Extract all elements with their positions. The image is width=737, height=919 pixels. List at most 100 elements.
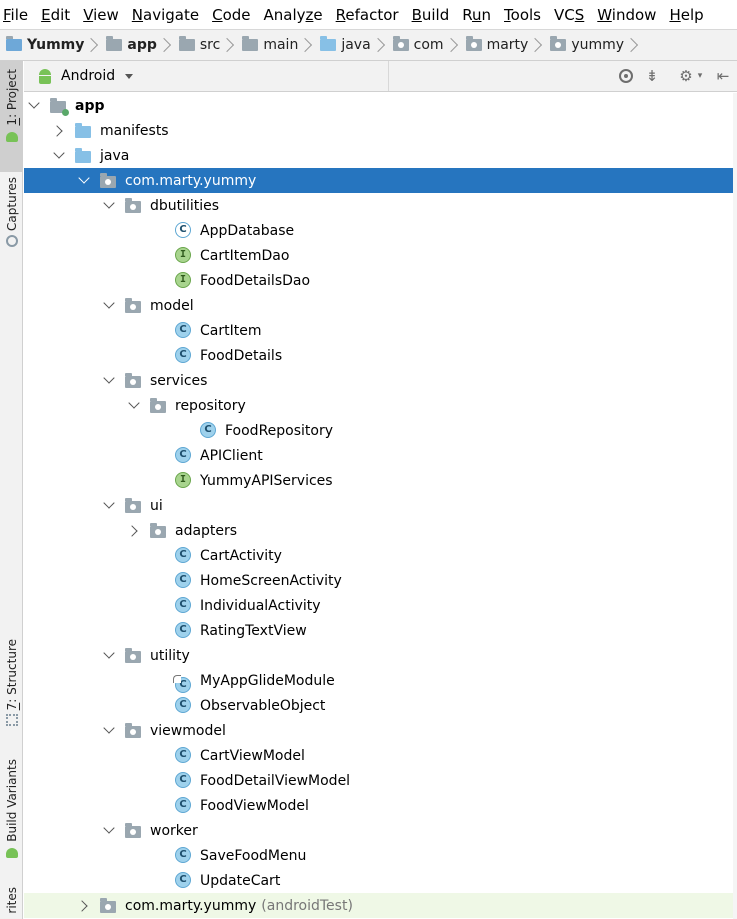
chevron-down-icon[interactable]: [104, 826, 114, 836]
breadcrumb-item[interactable]: Yummy: [6, 30, 106, 60]
menu-help[interactable]: Help: [669, 6, 703, 24]
menu-code[interactable]: Code: [212, 6, 250, 24]
breadcrumb-item[interactable]: app: [106, 30, 179, 60]
locate-icon[interactable]: [619, 69, 633, 83]
tree-item-label: ObservableObject: [200, 697, 326, 714]
tree-row[interactable]: C CartActivity: [24, 543, 734, 568]
tree-row[interactable]: viewmodel: [24, 718, 734, 743]
menu-refactor[interactable]: Refactor: [336, 6, 399, 24]
menu-file[interactable]: File: [3, 6, 28, 24]
tree-row[interactable]: C UpdateCart: [24, 868, 734, 893]
chevron-right-icon[interactable]: [129, 526, 139, 536]
tab-build-variants[interactable]: Build Variants: [0, 759, 23, 863]
tree-row[interactable]: repository: [24, 393, 734, 418]
class-icon: C: [175, 697, 191, 713]
chevron-down-icon[interactable]: [104, 501, 114, 511]
tree-row[interactable]: ui: [24, 493, 734, 518]
tree-row[interactable]: C AppDatabase: [24, 218, 734, 243]
tree-row[interactable]: C CartItem: [24, 318, 734, 343]
chevron-right-icon[interactable]: [54, 126, 64, 136]
class-icon: C: [175, 347, 191, 363]
breadcrumb-label: app: [127, 37, 157, 53]
tree-row[interactable]: C FoodDetailViewModel: [24, 768, 734, 793]
folder-icon: [178, 36, 195, 51]
menu-view[interactable]: View: [83, 6, 119, 24]
tree-row[interactable]: C MyAppGlideModule: [24, 668, 734, 693]
tree-row[interactable]: app: [24, 93, 734, 118]
tree-row[interactable]: C APIClient: [24, 443, 734, 468]
tab-favorites[interactable]: rites: [0, 887, 23, 919]
tree-row[interactable]: I CartItemDao: [24, 243, 734, 268]
breadcrumb-item[interactable]: yummy: [550, 30, 646, 60]
chevron-down-icon[interactable]: [79, 176, 89, 186]
gear-icon[interactable]: ⚙: [678, 68, 694, 84]
tab-structure[interactable]: 7: Structure: [0, 639, 23, 731]
breadcrumb-item[interactable]: java: [320, 30, 392, 60]
menu-edit[interactable]: Edit: [41, 6, 70, 24]
capture-icon: [5, 234, 18, 247]
breadcrumb-item[interactable]: marty: [465, 30, 551, 60]
chevron-right-icon[interactable]: [79, 901, 89, 911]
tree-row[interactable]: manifests: [24, 118, 734, 143]
chevron-down-icon[interactable]: [129, 401, 139, 411]
chevron-down-icon[interactable]: [104, 301, 114, 311]
chevron-right-icon: [88, 35, 96, 55]
tree-row[interactable]: utility: [24, 643, 734, 668]
scrollbar-track[interactable]: [733, 93, 737, 919]
package-icon: [125, 297, 142, 314]
collapse-all-icon[interactable]: ⇟: [644, 68, 660, 84]
tree-row[interactable]: C ObservableObject: [24, 693, 734, 718]
tree-row[interactable]: I FoodDetailsDao: [24, 268, 734, 293]
breadcrumb-item[interactable]: com: [392, 30, 466, 60]
chevron-right-icon: [161, 35, 169, 55]
menu-build[interactable]: Build: [412, 6, 450, 24]
chevron-down-icon[interactable]: [104, 726, 114, 736]
tree-row[interactable]: model: [24, 293, 734, 318]
tree-item-label: UpdateCart: [200, 872, 281, 889]
tab-captures[interactable]: Captures: [0, 177, 23, 257]
tree-row[interactable]: java: [24, 143, 734, 168]
tree-item-label: utility: [150, 647, 190, 664]
android-small-icon: [5, 131, 18, 142]
project-view-selector[interactable]: Android: [37, 61, 134, 91]
chevron-down-icon[interactable]: [29, 101, 39, 111]
tree-row[interactable]: C CartViewModel: [24, 743, 734, 768]
tree-row[interactable]: C HomeScreenActivity: [24, 568, 734, 593]
source-folder-icon: [320, 36, 337, 51]
tab-captures-label: Captures: [4, 177, 19, 231]
chevron-down-icon[interactable]: [104, 201, 114, 211]
menu-navigate[interactable]: Navigate: [132, 6, 199, 24]
chevron-down-icon[interactable]: [54, 151, 64, 161]
tree-item-label: services: [150, 372, 208, 389]
menu-analyze[interactable]: Analyze: [264, 6, 323, 24]
tab-project[interactable]: 1: Project: [0, 61, 23, 172]
tree-row[interactable]: C FoodRepository: [24, 418, 734, 443]
hide-panel-icon[interactable]: ⇤: [715, 68, 731, 84]
source-set-suffix: (androidTest): [261, 897, 353, 914]
tree-row[interactable]: I YummyAPIServices: [24, 468, 734, 493]
chevron-down-icon[interactable]: ▾: [696, 68, 704, 84]
class-icon: C: [200, 422, 216, 438]
tree-row[interactable]: com.marty.yummy: [24, 168, 734, 193]
tree-row[interactable]: dbutilities: [24, 193, 734, 218]
chevron-down-icon: [125, 73, 134, 79]
tree-row[interactable]: C FoodViewModel: [24, 793, 734, 818]
menu-run[interactable]: Run: [462, 6, 491, 24]
tree-row[interactable]: C IndividualActivity: [24, 593, 734, 618]
chevron-down-icon[interactable]: [104, 651, 114, 661]
tree-row[interactable]: C RatingTextView: [24, 618, 734, 643]
menu-window[interactable]: Window: [597, 6, 656, 24]
breadcrumb-item[interactable]: src: [178, 30, 242, 60]
tree-row[interactable]: C FoodDetails: [24, 343, 734, 368]
menu-tools[interactable]: Tools: [504, 6, 541, 24]
tree-row[interactable]: services: [24, 368, 734, 393]
chevron-down-icon[interactable]: [104, 376, 114, 386]
package-icon: [125, 822, 142, 839]
menu-vcs[interactable]: VCS: [554, 6, 584, 24]
breadcrumb-item[interactable]: main: [242, 30, 320, 60]
tree-row[interactable]: worker: [24, 818, 734, 843]
tree-row[interactable]: com.marty.yummy (androidTest): [24, 893, 734, 918]
project-view-label: Android: [61, 68, 116, 84]
tree-row[interactable]: adapters: [24, 518, 734, 543]
tree-row[interactable]: C SaveFoodMenu: [24, 843, 734, 868]
